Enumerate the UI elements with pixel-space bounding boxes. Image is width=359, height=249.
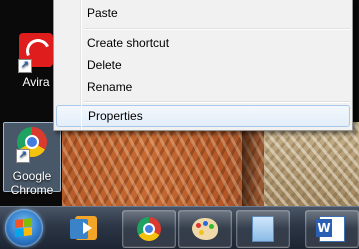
- menu-item-properties[interactable]: Properties: [56, 105, 350, 127]
- context-menu: Paste Create shortcut Delete Rename Prop…: [53, 0, 353, 131]
- taskbar-notepad[interactable]: [236, 210, 290, 248]
- windows-start-icon: [15, 218, 33, 238]
- desktop-icon-google-chrome[interactable]: ↗ Google Chrome: [3, 122, 61, 197]
- notepad-icon: [252, 216, 274, 242]
- taskbar-paint[interactable]: [178, 210, 232, 248]
- menu-separator: [84, 101, 350, 103]
- menu-item-rename[interactable]: Rename: [56, 76, 350, 98]
- taskbar-google-chrome[interactable]: [122, 210, 176, 248]
- desktop-icon-label: Google: [12, 169, 52, 183]
- desktop[interactable]: ↗ Avira ↗ Google Chrome Paste Create sho…: [0, 0, 359, 206]
- menu-item-delete[interactable]: Delete: [56, 54, 350, 76]
- chrome-icon: [137, 217, 161, 241]
- menu-separator: [84, 28, 350, 30]
- word-icon: [316, 216, 345, 242]
- taskbar-media-center[interactable]: [66, 210, 106, 246]
- start-button[interactable]: [5, 209, 43, 247]
- menu-item-paste[interactable]: Paste: [56, 2, 350, 24]
- taskbar-microsoft-word[interactable]: [305, 210, 359, 248]
- wallpaper-knit-texture: [62, 122, 359, 206]
- paint-palette-icon: [192, 218, 218, 240]
- media-player-icon: [70, 216, 97, 240]
- shortcut-arrow-icon: ↗: [18, 59, 32, 73]
- desktop-icon-label: Chrome: [10, 183, 54, 197]
- shortcut-arrow-icon: ↗: [16, 149, 30, 163]
- menu-item-create-shortcut[interactable]: Create shortcut: [56, 32, 350, 54]
- taskbar: [0, 206, 359, 249]
